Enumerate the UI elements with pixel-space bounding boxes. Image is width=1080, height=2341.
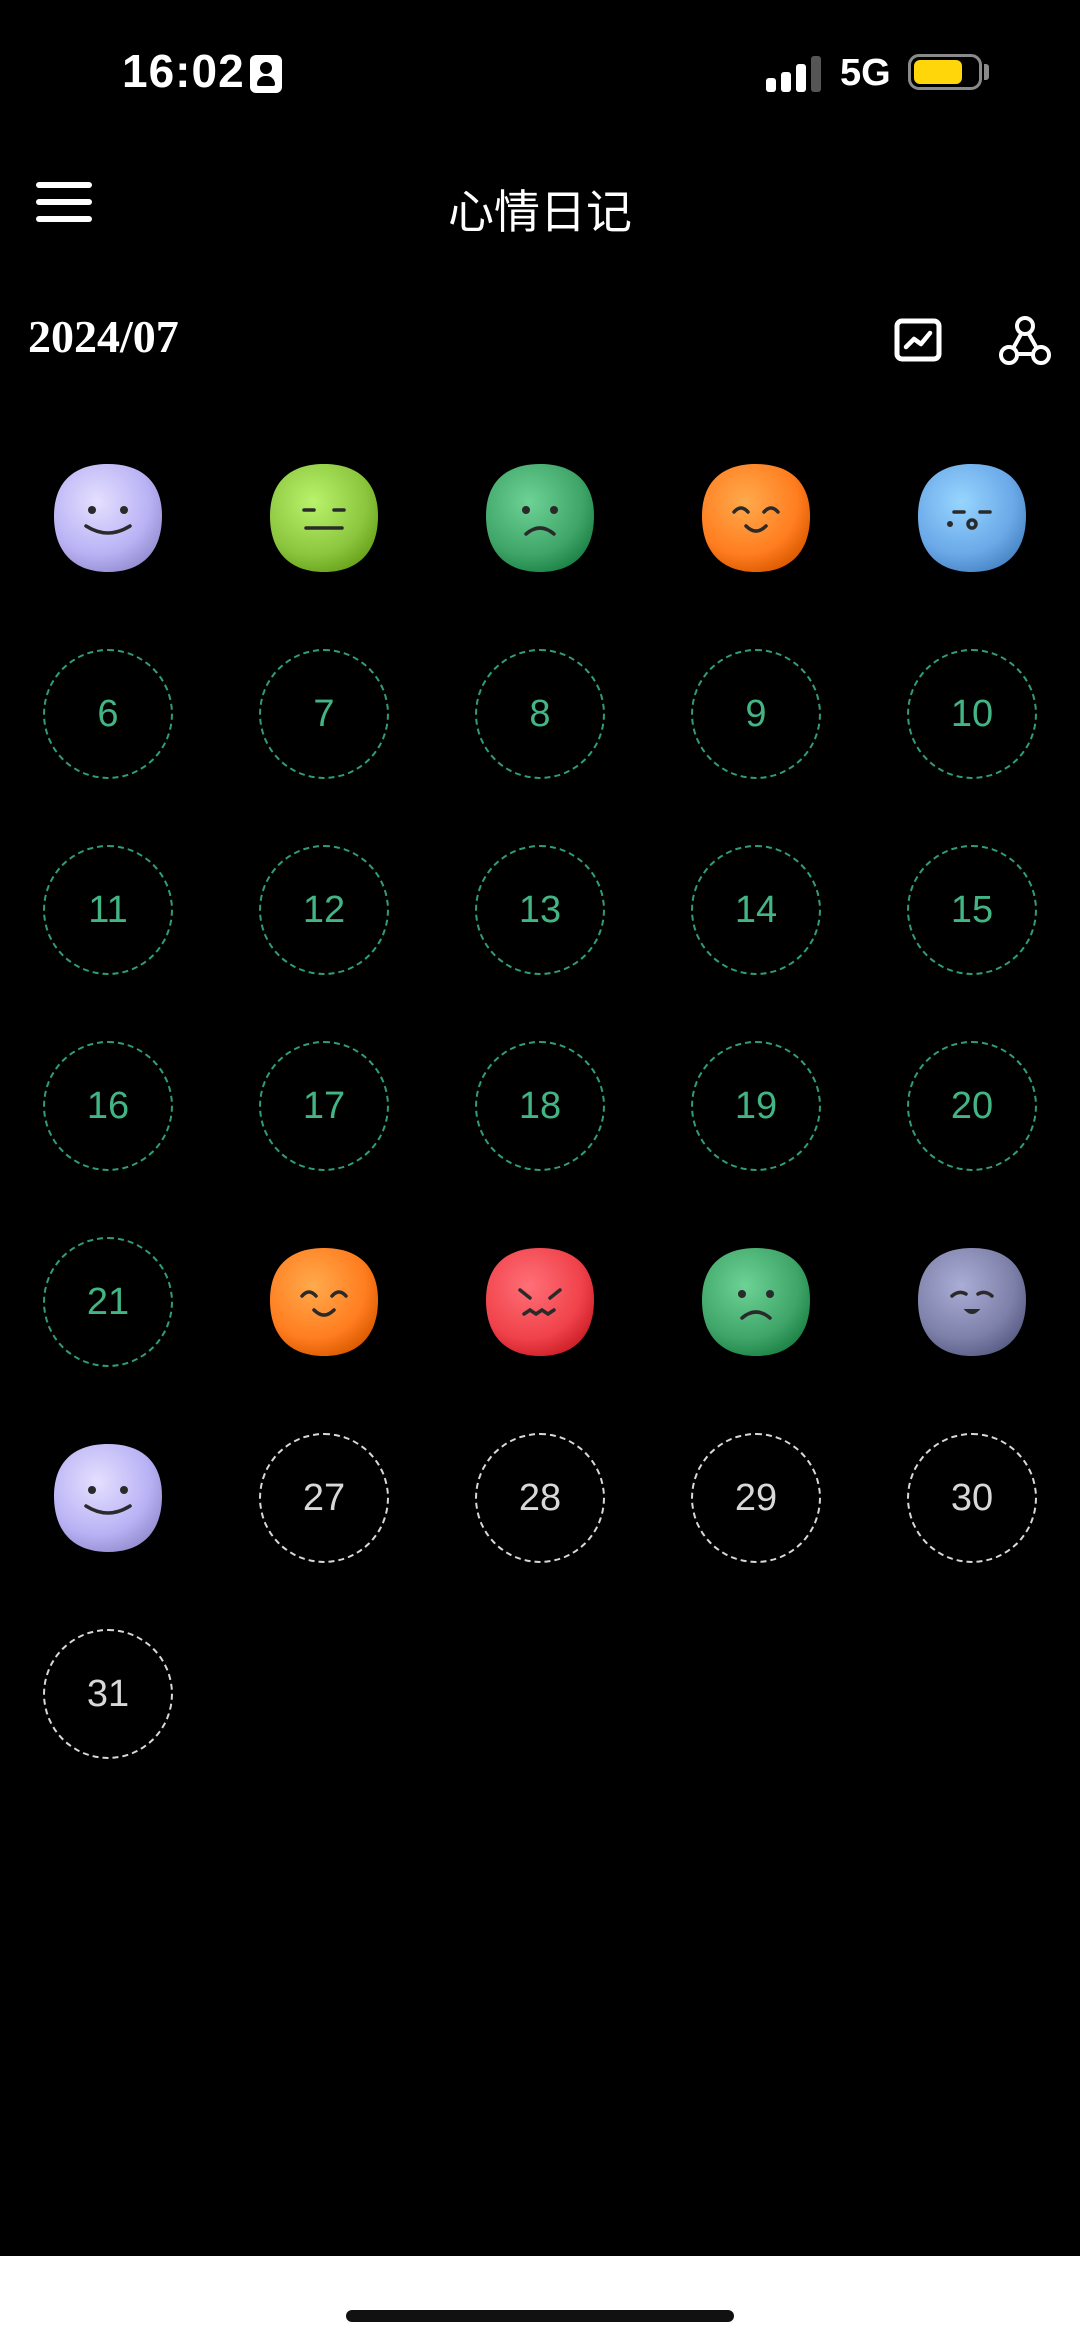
calendar-day[interactable]: 12 — [259, 845, 389, 975]
calendar-day[interactable]: 9 — [691, 649, 821, 779]
day-number: 10 — [907, 649, 1037, 779]
day-number: 21 — [43, 1237, 173, 1367]
day-number: 12 — [259, 845, 389, 975]
day-number: 8 — [475, 649, 605, 779]
calendar-day[interactable]: 31 — [43, 1629, 173, 1759]
day-number: 31 — [43, 1629, 173, 1759]
day-number: 16 — [43, 1041, 173, 1171]
calendar-day[interactable] — [691, 1237, 821, 1367]
mood-happy-icon — [54, 464, 162, 572]
mood-surprised-icon — [918, 464, 1026, 572]
calendar-day[interactable] — [475, 1237, 605, 1367]
bottom-bar — [0, 2256, 1080, 2341]
mood-calm-icon — [918, 1248, 1026, 1356]
calendar-day[interactable] — [691, 453, 821, 583]
calendar-day[interactable] — [43, 453, 173, 583]
calendar-day[interactable]: 11 — [43, 845, 173, 975]
day-number: 29 — [691, 1433, 821, 1563]
calendar-day[interactable] — [907, 453, 1037, 583]
day-number: 19 — [691, 1041, 821, 1171]
day-number: 6 — [43, 649, 173, 779]
day-number: 27 — [259, 1433, 389, 1563]
calendar-day[interactable]: 10 — [907, 649, 1037, 779]
calendar-day[interactable]: 19 — [691, 1041, 821, 1171]
calendar-day[interactable]: 13 — [475, 845, 605, 975]
calendar-grid: 6 7 8 9 10 11 12 13 14 15 16 17 18 19 20 21 — [0, 0, 1080, 2341]
calendar-day[interactable] — [907, 1237, 1037, 1367]
calendar-day[interactable]: 20 — [907, 1041, 1037, 1171]
calendar-day[interactable]: 16 — [43, 1041, 173, 1171]
day-number: 11 — [43, 845, 173, 975]
day-number: 20 — [907, 1041, 1037, 1171]
day-number: 9 — [691, 649, 821, 779]
calendar-day[interactable]: 14 — [691, 845, 821, 975]
calendar-day[interactable]: 8 — [475, 649, 605, 779]
day-number: 30 — [907, 1433, 1037, 1563]
mood-angry-icon — [486, 1248, 594, 1356]
mood-joyful-icon — [270, 1248, 378, 1356]
calendar-day[interactable]: 30 — [907, 1433, 1037, 1563]
calendar-day[interactable]: 15 — [907, 845, 1037, 975]
calendar-day[interactable]: 17 — [259, 1041, 389, 1171]
calendar-day[interactable]: 29 — [691, 1433, 821, 1563]
day-number: 28 — [475, 1433, 605, 1563]
day-number: 7 — [259, 649, 389, 779]
day-number: 14 — [691, 845, 821, 975]
mood-sad-icon — [486, 464, 594, 572]
mood-neutral-icon — [270, 464, 378, 572]
calendar-day[interactable] — [259, 1237, 389, 1367]
mood-happy-icon — [54, 1444, 162, 1552]
calendar-day[interactable] — [43, 1433, 173, 1563]
calendar-day[interactable]: 28 — [475, 1433, 605, 1563]
calendar-day[interactable]: 7 — [259, 649, 389, 779]
day-number: 15 — [907, 845, 1037, 975]
calendar-day[interactable]: 21 — [43, 1237, 173, 1367]
calendar-day[interactable]: 18 — [475, 1041, 605, 1171]
mood-joyful-icon — [702, 464, 810, 572]
calendar-day[interactable]: 6 — [43, 649, 173, 779]
calendar-day[interactable] — [259, 453, 389, 583]
home-indicator — [346, 2310, 734, 2322]
day-number: 18 — [475, 1041, 605, 1171]
day-number: 13 — [475, 845, 605, 975]
calendar-day[interactable]: 27 — [259, 1433, 389, 1563]
mood-sad-icon — [702, 1248, 810, 1356]
day-number: 17 — [259, 1041, 389, 1171]
calendar-day[interactable] — [475, 453, 605, 583]
